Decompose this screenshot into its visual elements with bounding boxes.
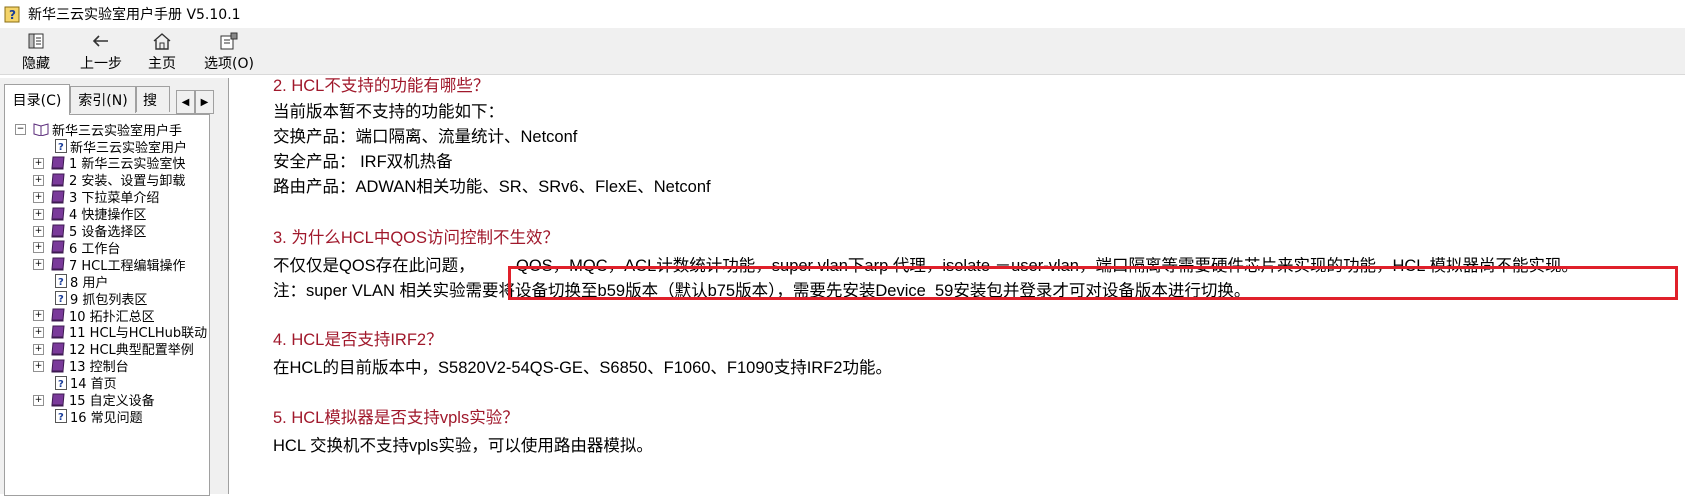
hide-button[interactable]: 隐藏 — [18, 28, 54, 74]
body-line: 在HCL的目前版本中，S5820V2-54QS-GE、S6850、F1060、F… — [273, 359, 892, 377]
help-page-icon: ? — [55, 274, 67, 289]
body-line: 不仅仅是QOS存在此问题， — [273, 257, 475, 275]
help-question-icon: ? — [4, 6, 20, 23]
back-arrow-icon — [90, 30, 112, 52]
tab-scroll-left-button[interactable]: ◀ — [176, 90, 195, 114]
svg-text:?: ? — [58, 379, 64, 390]
book-icon — [51, 240, 65, 254]
heading-qos: 3. 为什么HCL中QOS访问控制不生效？ — [273, 229, 560, 247]
expand-icon[interactable]: + — [33, 208, 44, 220]
svg-text:?: ? — [58, 294, 64, 305]
collapse-icon[interactable]: − — [15, 124, 26, 135]
expand-icon[interactable]: + — [33, 259, 44, 271]
options-icon — [218, 30, 240, 52]
book-icon — [51, 173, 65, 187]
nav-tabs: 目录(C) 索引(N) 搜 ◀ ▶ — [4, 84, 214, 115]
body-line: HCL 交换机不支持vpls实验，可以使用路由器模拟。 — [273, 437, 653, 455]
expand-icon[interactable]: + — [33, 310, 44, 321]
tab-search-label: 搜 — [143, 92, 157, 109]
title-bar: ? 新华三云实验室用户手册 V5.10.1 — [0, 0, 1685, 28]
body-line: 当前版本暂不支持的功能如下： — [273, 103, 504, 121]
hide-icon — [25, 30, 47, 52]
help-page-icon: ? — [55, 291, 67, 306]
pane-splitter[interactable] — [214, 78, 228, 494]
toolbar: 隐藏 上一步 主页 选项(O) — [0, 28, 1685, 75]
svg-text:?: ? — [58, 277, 64, 288]
body-line: 交换产品：端口隔离、流量统计、Netconf — [273, 128, 578, 146]
window-title: 新华三云实验室用户手册 V5.10.1 — [28, 7, 241, 23]
expand-icon[interactable]: + — [33, 360, 44, 372]
expand-icon[interactable]: + — [33, 157, 44, 169]
help-page-icon: ? — [55, 375, 67, 390]
book-icon — [51, 393, 65, 406]
help-page-icon: ? — [55, 139, 67, 153]
expand-icon[interactable]: + — [33, 343, 44, 355]
back-label: 上一步 — [80, 56, 122, 72]
help-page-icon: ? — [55, 409, 67, 424]
expand-icon[interactable]: + — [33, 174, 44, 186]
heading-irf2: 4. HCL是否支持IRF2？ — [273, 331, 443, 349]
navigation-pane: 目录(C) 索引(N) 搜 ◀ ▶ − 新华三云实验室用户手 ? 新华三云实验室… — [0, 78, 214, 496]
expand-icon[interactable]: + — [33, 225, 44, 237]
triangle-left-icon: ◀ — [181, 96, 190, 108]
tab-scroll-right-button[interactable]: ▶ — [195, 90, 214, 114]
home-icon — [151, 30, 173, 52]
svg-text:?: ? — [58, 412, 64, 423]
highlight-box — [508, 266, 1678, 300]
open-book-icon — [33, 123, 49, 136]
tab-scroll-arrows: ◀ ▶ — [176, 90, 214, 114]
body-line: 路由产品：ADWAN相关功能、SR、SRv6、FlexE、Netconf — [273, 178, 711, 196]
book-icon — [51, 308, 65, 322]
svg-text:?: ? — [9, 8, 16, 22]
body-line: 安全产品： IRF双机热备 — [273, 153, 453, 171]
home-button[interactable]: 主页 — [144, 28, 180, 74]
options-label: 选项(O) — [204, 56, 254, 72]
book-icon — [51, 207, 65, 221]
book-icon — [51, 156, 65, 170]
tab-search[interactable]: 搜 — [136, 86, 170, 112]
svg-text:?: ? — [58, 142, 64, 153]
tab-contents-label: 目录(C) — [12, 93, 62, 109]
hide-label: 隐藏 — [22, 56, 50, 72]
contents-tree: − 新华三云实验室用户手 ? 新华三云实验室用户 +1 新华三云实验室快 +2 安装、… — [4, 114, 210, 496]
back-button[interactable]: 上一步 — [78, 28, 124, 74]
expand-icon[interactable]: + — [33, 242, 44, 254]
heading-unsupported-features: 2. HCL不支持的功能有哪些？ — [273, 77, 490, 95]
tab-contents[interactable]: 目录(C) — [4, 84, 70, 115]
tab-index[interactable]: 索引(N) — [70, 86, 136, 113]
options-button[interactable]: 选项(O) — [202, 28, 256, 74]
tree-item-label: 16 常见问题 — [70, 410, 143, 426]
expand-icon[interactable]: + — [33, 326, 44, 338]
book-icon — [51, 190, 65, 204]
home-label: 主页 — [148, 56, 176, 72]
expand-icon[interactable]: + — [33, 191, 44, 203]
tab-index-label: 索引(N) — [78, 93, 128, 109]
heading-vpls: 5. HCL模拟器是否支持vpls实验？ — [273, 409, 519, 427]
expand-icon[interactable]: + — [33, 394, 44, 406]
book-icon — [51, 325, 65, 339]
book-icon — [51, 359, 65, 373]
book-icon — [51, 342, 65, 356]
book-icon — [51, 224, 65, 237]
triangle-right-icon: ▶ — [200, 96, 209, 108]
book-icon — [51, 257, 65, 271]
